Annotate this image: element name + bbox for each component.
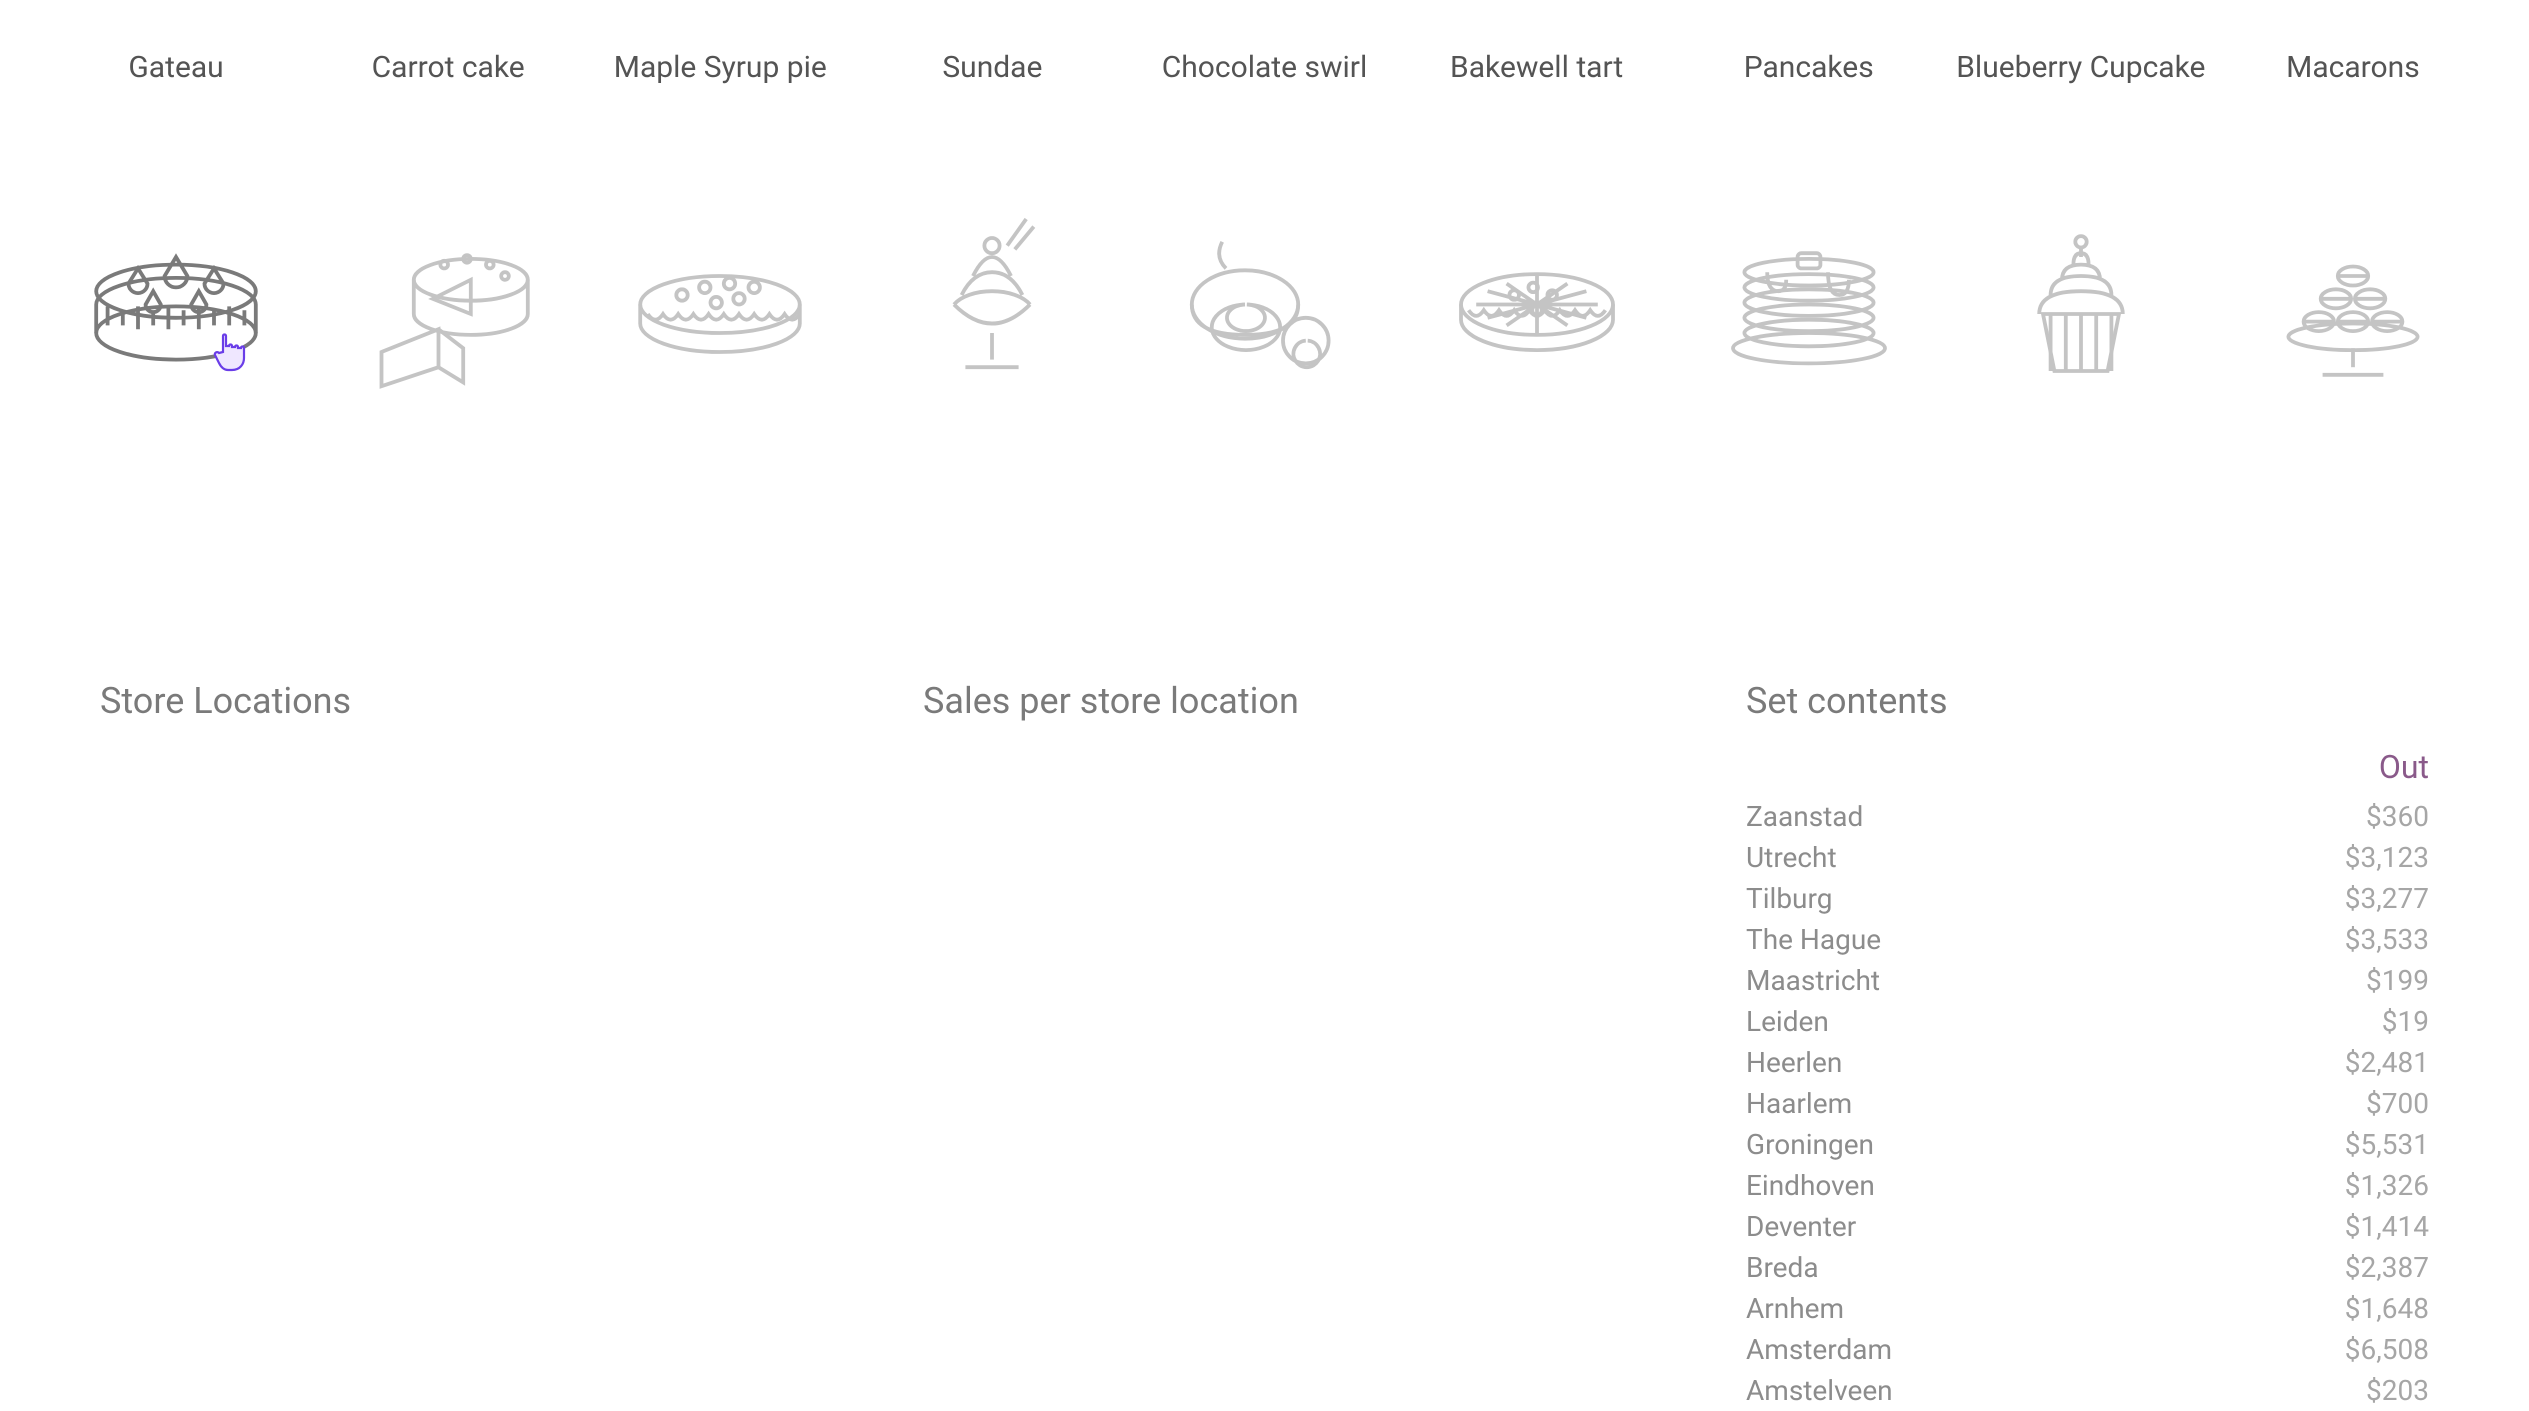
set-contents-row[interactable]: Maastricht $199 bbox=[1746, 960, 2429, 1001]
category-card-maple-syrup-pie[interactable]: Maple Syrup pie bbox=[584, 50, 856, 395]
set-contents-row[interactable]: Tilburg $3,277 bbox=[1746, 878, 2429, 919]
set-row-city: Breda bbox=[1746, 1251, 1819, 1284]
store-locations-title: Store Locations bbox=[100, 680, 783, 722]
set-row-value: $3,277 bbox=[2345, 882, 2429, 915]
set-contents-row[interactable]: Arnhem $1,648 bbox=[1746, 1288, 2429, 1329]
set-contents-row[interactable]: Utrecht $3,123 bbox=[1746, 837, 2429, 878]
category-label: Carrot cake bbox=[372, 50, 525, 85]
set-row-value: $199 bbox=[2366, 964, 2429, 997]
set-contents-title: Set contents bbox=[1746, 680, 2429, 722]
set-contents-row[interactable]: Groningen $5,531 bbox=[1746, 1124, 2429, 1165]
category-card-pancakes[interactable]: Pancakes bbox=[1673, 50, 1945, 395]
pie-icon bbox=[620, 195, 820, 395]
set-row-city: Maastricht bbox=[1746, 964, 1880, 997]
set-contents-row[interactable]: Leiden $19 bbox=[1746, 1001, 2429, 1042]
category-label: Bakewell tart bbox=[1450, 50, 1623, 85]
set-row-city: Heerlen bbox=[1746, 1046, 1842, 1079]
set-row-value: $700 bbox=[2366, 1087, 2429, 1120]
set-contents-row[interactable]: Heerlen $2,481 bbox=[1746, 1042, 2429, 1083]
category-label: Macarons bbox=[2286, 50, 2420, 85]
set-row-value: $203 bbox=[2366, 1374, 2429, 1407]
set-row-city: The Hague bbox=[1746, 923, 1881, 956]
set-row-city: Arnhem bbox=[1746, 1292, 1844, 1325]
set-row-value: $3,123 bbox=[2345, 841, 2429, 874]
set-row-city: Leiden bbox=[1746, 1005, 1829, 1038]
set-row-city: Deventer bbox=[1746, 1210, 1856, 1243]
set-row-city: Zaanstad bbox=[1746, 800, 1863, 833]
set-row-city: Amsterdam bbox=[1746, 1333, 1892, 1366]
category-label: Maple Syrup pie bbox=[614, 50, 827, 85]
category-row: Gateau Carrot cake Maple Syrup pie Sunda… bbox=[0, 0, 2529, 395]
sales-panel-title: Sales per store location bbox=[923, 680, 1606, 722]
set-contents-table: Out Zaanstad $360 Utrecht $3,123 Tilburg $3,2… bbox=[1746, 742, 2429, 1411]
set-row-city: Eindhoven bbox=[1746, 1169, 1875, 1202]
tart-icon bbox=[1437, 195, 1637, 395]
category-label: Blueberry Cupcake bbox=[1956, 50, 2205, 85]
category-card-sundae[interactable]: Sundae bbox=[856, 50, 1128, 395]
set-row-city: Groningen bbox=[1746, 1128, 1874, 1161]
set-contents-panel: Set contents Out Zaanstad $360 Utrecht $3,1… bbox=[1746, 680, 2429, 1411]
pancakes-icon bbox=[1709, 195, 1909, 395]
swirl-roll-icon bbox=[1164, 195, 1364, 395]
category-card-chocolate-swirl[interactable]: Chocolate swirl bbox=[1128, 50, 1400, 395]
macarons-icon bbox=[2253, 195, 2453, 395]
set-contents-row[interactable]: Amsterdam $6,508 bbox=[1746, 1329, 2429, 1370]
gateau-icon bbox=[76, 195, 276, 395]
set-row-value: $6,508 bbox=[2345, 1333, 2429, 1366]
set-contents-row[interactable]: Deventer $1,414 bbox=[1746, 1206, 2429, 1247]
set-row-value: $3,533 bbox=[2345, 923, 2429, 956]
set-row-city: Utrecht bbox=[1746, 841, 1837, 874]
set-contents-row[interactable]: Haarlem $700 bbox=[1746, 1083, 2429, 1124]
category-label: Gateau bbox=[128, 50, 223, 85]
carrot-cake-icon bbox=[348, 195, 548, 395]
cupcake-icon bbox=[1981, 195, 2181, 395]
set-row-value: $1,326 bbox=[2345, 1169, 2429, 1202]
set-row-value: $360 bbox=[2366, 800, 2429, 833]
set-contents-row[interactable]: Breda $2,387 bbox=[1746, 1247, 2429, 1288]
set-row-city: Haarlem bbox=[1746, 1087, 1852, 1120]
set-contents-header: Out bbox=[1746, 742, 2429, 796]
set-row-value: $5,531 bbox=[2345, 1128, 2429, 1161]
category-label: Pancakes bbox=[1744, 50, 1874, 85]
set-row-value: $1,648 bbox=[2345, 1292, 2429, 1325]
store-locations-panel: Store Locations bbox=[100, 680, 783, 1411]
category-card-bakewell-tart[interactable]: Bakewell tart bbox=[1401, 50, 1673, 395]
sales-panel: Sales per store location bbox=[923, 680, 1606, 1411]
set-contents-row[interactable]: Zaanstad $360 bbox=[1746, 796, 2429, 837]
set-row-value: $19 bbox=[2382, 1005, 2429, 1038]
set-contents-row[interactable]: The Hague $3,533 bbox=[1746, 919, 2429, 960]
set-row-city: Amstelveen bbox=[1746, 1374, 1893, 1407]
set-row-value: $2,387 bbox=[2345, 1251, 2429, 1284]
category-card-carrot-cake[interactable]: Carrot cake bbox=[312, 50, 584, 395]
category-card-gateau[interactable]: Gateau bbox=[40, 50, 312, 395]
category-label: Chocolate swirl bbox=[1162, 50, 1368, 85]
panels-row: Store Locations Sales per store location… bbox=[0, 680, 2529, 1411]
set-row-city: Tilburg bbox=[1746, 882, 1832, 915]
category-label: Sundae bbox=[942, 50, 1042, 85]
set-row-value: $1,414 bbox=[2345, 1210, 2429, 1243]
category-card-macarons[interactable]: Macarons bbox=[2217, 50, 2489, 395]
set-contents-row[interactable]: Eindhoven $1,326 bbox=[1746, 1165, 2429, 1206]
category-card-blueberry-cupcake[interactable]: Blueberry Cupcake bbox=[1945, 50, 2217, 395]
sundae-icon bbox=[892, 195, 1092, 395]
set-contents-row[interactable]: Amstelveen $203 bbox=[1746, 1370, 2429, 1411]
set-row-value: $2,481 bbox=[2345, 1046, 2429, 1079]
